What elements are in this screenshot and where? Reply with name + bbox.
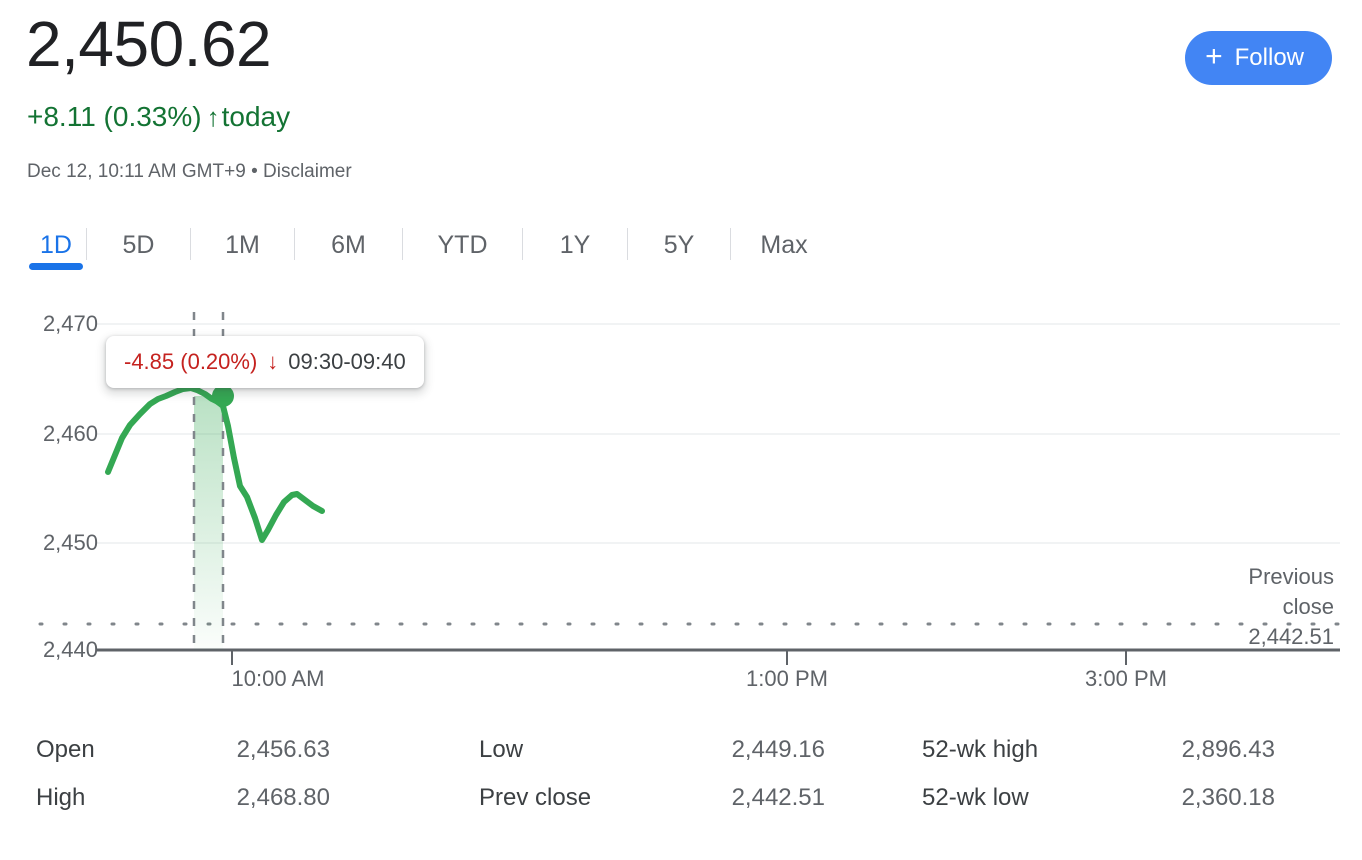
- table-row: High 2,468.80 Prev close 2,442.51 52-wk …: [0, 783, 1362, 831]
- tab-ytd-label: YTD: [437, 231, 488, 259]
- previous-close-value: 2,442.51: [1248, 624, 1334, 649]
- previous-close-annotation: Previous close 2,442.51: [1114, 562, 1334, 652]
- x-axis-label-300pm: 3:00 PM: [1085, 666, 1167, 691]
- y-axis-label-2440: 2,440: [42, 637, 98, 662]
- stat-label-52wk-low: 52-wk low: [922, 784, 1029, 811]
- selected-point-marker: [212, 385, 234, 407]
- stat-label-52wk-high: 52-wk high: [922, 736, 1039, 763]
- stat-label-open: Open: [36, 736, 95, 763]
- tab-6m[interactable]: 6M: [295, 222, 402, 278]
- stat-label-prev-close: Prev close: [479, 784, 592, 811]
- tab-ytd[interactable]: YTD: [403, 222, 522, 278]
- meta-separator: •: [251, 161, 258, 182]
- y-axis-label-2450: 2,450: [42, 530, 98, 555]
- quote-timestamp: Dec 12, 10:11 AM GMT+9: [27, 161, 246, 182]
- range-tabs: 1D 5D 1M 6M YTD 1Y 5Y Max: [26, 222, 837, 278]
- x-axis-label-100pm: 1:00 PM: [746, 666, 828, 691]
- stat-value-low: 2,449.16: [731, 736, 825, 763]
- tab-max[interactable]: Max: [731, 222, 837, 278]
- follow-button-label: Follow: [1234, 44, 1304, 71]
- tab-5d-label: 5D: [122, 231, 155, 259]
- tab-5y[interactable]: 5Y: [628, 222, 730, 278]
- stock-quote-page: 2,450.62 +8.11 (0.33%) ↑today Dec 12, 10:…: [0, 0, 1362, 860]
- stat-value-prev-close: 2,442.51: [731, 784, 825, 811]
- y-axis-label-2470: 2,470: [42, 311, 98, 336]
- tab-1y[interactable]: 1Y: [523, 222, 627, 278]
- stat-value-52wk-low: 2,360.18: [1181, 784, 1275, 811]
- stats-table: Open 2,456.63 Low 2,449.16 52-wk high 2,…: [0, 735, 1362, 831]
- arrow-up-icon: ↑: [206, 102, 220, 132]
- price-change-period: today: [221, 101, 291, 132]
- price-change-value: +8.11 (0.33%): [27, 101, 202, 132]
- tab-5d[interactable]: 5D: [87, 222, 190, 278]
- disclaimer-link[interactable]: Disclaimer: [263, 161, 352, 182]
- tab-1y-label: 1Y: [559, 231, 591, 259]
- chart-xticks: [231, 650, 1127, 665]
- x-axis-label-1000am: 10:00 AM: [231, 666, 325, 691]
- tab-6m-label: 6M: [331, 231, 366, 259]
- stat-value-open: 2,456.63: [236, 736, 330, 763]
- tab-1d-label: 1D: [40, 231, 72, 259]
- previous-close-label-line1: Previous: [1248, 564, 1334, 589]
- chart-tooltip: -4.85 (0.20%) ↓ 09:30-09:40: [106, 336, 424, 388]
- selection-band: [194, 396, 223, 650]
- stat-value-52wk-high: 2,896.43: [1181, 736, 1275, 763]
- tab-1d[interactable]: 1D: [26, 222, 86, 278]
- arrow-down-icon: ↓: [267, 349, 279, 374]
- tooltip-time-range: 09:30-09:40: [288, 349, 406, 374]
- tab-5y-label: 5Y: [663, 231, 695, 259]
- stat-value-high: 2,468.80: [236, 784, 330, 811]
- tab-max-label: Max: [760, 231, 808, 259]
- price-change: +8.11 (0.33%) ↑today: [27, 100, 290, 134]
- table-row: Open 2,456.63 Low 2,449.16 52-wk high 2,…: [0, 735, 1362, 783]
- previous-close-label-line2: close: [1282, 594, 1334, 619]
- follow-button[interactable]: + Follow: [1185, 31, 1332, 85]
- tab-1m-label: 1M: [225, 231, 260, 259]
- plus-icon: +: [1205, 40, 1223, 73]
- y-axis-label-2460: 2,460: [42, 421, 98, 446]
- quote-meta: Dec 12, 10:11 AM GMT+9 • Disclaimer: [27, 159, 352, 185]
- tab-1m[interactable]: 1M: [191, 222, 294, 278]
- stat-label-high: High: [36, 784, 86, 811]
- stat-label-low: Low: [479, 736, 524, 763]
- page-title: 2,450.62: [26, 8, 272, 80]
- tooltip-change-value: -4.85 (0.20%): [124, 349, 258, 374]
